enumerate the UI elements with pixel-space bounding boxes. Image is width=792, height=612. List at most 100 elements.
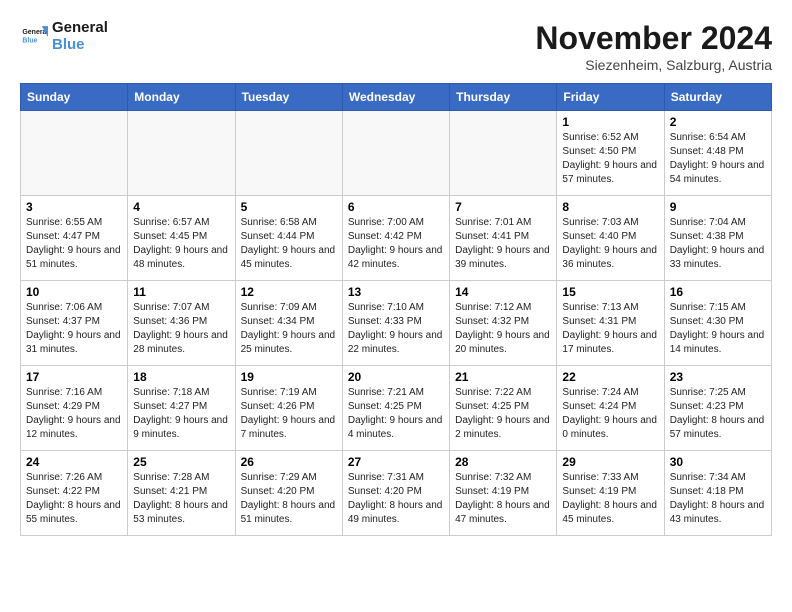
- logo-line2: Blue: [52, 37, 108, 54]
- day-info: Sunrise: 7:13 AM Sunset: 4:31 PM Dayligh…: [562, 301, 658, 357]
- day-number: 2: [670, 115, 766, 129]
- day-number: 9: [670, 200, 766, 214]
- day-cell: 23Sunrise: 7:25 AM Sunset: 4:23 PM Dayli…: [664, 366, 771, 451]
- page-header: General Blue General Blue November 2024 …: [20, 20, 772, 73]
- day-info: Sunrise: 7:22 AM Sunset: 4:25 PM Dayligh…: [455, 386, 551, 442]
- day-cell: 24 Sunrise: 7:26 AM Sunset: 4:22 PM Dayli…: [21, 451, 128, 536]
- day-info: Sunrise: 7:16 AM Sunset: 4:29 PM Dayligh…: [26, 386, 122, 442]
- day-number: 29: [562, 455, 658, 469]
- day-number: 20: [348, 370, 444, 384]
- day-cell: [21, 111, 128, 196]
- day-number: 14: [455, 285, 551, 299]
- day-number: 8: [562, 200, 658, 214]
- day-cell: 13Sunrise: 7:10 AM Sunset: 4:33 PM Dayli…: [342, 281, 449, 366]
- day-cell: 6 Sunrise: 7:00 AM Sunset: 4:42 PM Daylig…: [342, 196, 449, 281]
- day-info: Sunrise: 7:12 AM Sunset: 4:32 PM Dayligh…: [455, 301, 551, 357]
- day-info: Sunrise: 7:26 AM Sunset: 4:22 PM Dayligh…: [26, 471, 122, 527]
- day-cell: 18Sunrise: 7:18 AM Sunset: 4:27 PM Dayli…: [128, 366, 235, 451]
- day-cell: 5 Sunrise: 6:58 AM Sunset: 4:44 PM Daylig…: [235, 196, 342, 281]
- day-cell: 9 Sunrise: 7:04 AM Sunset: 4:38 PM Daylig…: [664, 196, 771, 281]
- day-number: 26: [241, 455, 337, 469]
- day-cell: [235, 111, 342, 196]
- day-number: 3: [26, 200, 122, 214]
- day-cell: 19 Sunrise: 7:19 AM Sunset: 4:26 PM Dayli…: [235, 366, 342, 451]
- month-title: November 2024: [535, 20, 772, 57]
- day-number: 22: [562, 370, 658, 384]
- col-header-saturday: Saturday: [664, 84, 771, 111]
- day-info: Sunrise: 7:31 AM Sunset: 4:20 PM Dayligh…: [348, 471, 444, 527]
- day-number: 6: [348, 200, 444, 214]
- logo: General Blue General Blue: [20, 20, 108, 53]
- day-info: Sunrise: 6:57 AM Sunset: 4:45 PM Dayligh…: [133, 216, 229, 272]
- col-header-wednesday: Wednesday: [342, 84, 449, 111]
- svg-text:Blue: Blue: [22, 37, 37, 44]
- day-number: 17: [26, 370, 122, 384]
- day-number: 16: [670, 285, 766, 299]
- day-number: 12: [241, 285, 337, 299]
- day-cell: 12 Sunrise: 7:09 AM Sunset: 4:34 PM Dayli…: [235, 281, 342, 366]
- day-info: Sunrise: 7:19 AM Sunset: 4:26 PM Dayligh…: [241, 386, 337, 442]
- day-info: Sunrise: 7:09 AM Sunset: 4:34 PM Dayligh…: [241, 301, 337, 357]
- day-cell: 27 Sunrise: 7:31 AM Sunset: 4:20 PM Dayli…: [342, 451, 449, 536]
- week-row-1: 1Sunrise: 6:52 AM Sunset: 4:50 PM Daylig…: [21, 111, 772, 196]
- title-block: November 2024 Siezenh­eim, Salzburg, Aus…: [535, 20, 772, 73]
- day-info: Sunrise: 7:01 AM Sunset: 4:41 PM Dayligh…: [455, 216, 551, 272]
- day-number: 21: [455, 370, 551, 384]
- day-cell: 7Sunrise: 7:01 AM Sunset: 4:41 PM Daylig…: [450, 196, 557, 281]
- week-row-4: 17 Sunrise: 7:16 AM Sunset: 4:29 PM Dayli…: [21, 366, 772, 451]
- day-info: Sunrise: 7:24 AM Sunset: 4:24 PM Dayligh…: [562, 386, 658, 442]
- day-info: Sunrise: 7:28 AM Sunset: 4:21 PM Dayligh…: [133, 471, 229, 527]
- day-info: Sunrise: 7:18 AM Sunset: 4:27 PM Dayligh…: [133, 386, 229, 442]
- day-number: 27: [348, 455, 444, 469]
- day-cell: 2 Sunrise: 6:54 AM Sunset: 4:48 PM Daylig…: [664, 111, 771, 196]
- day-cell: 16Sunrise: 7:15 AM Sunset: 4:30 PM Dayli…: [664, 281, 771, 366]
- day-info: Sunrise: 7:21 AM Sunset: 4:25 PM Dayligh…: [348, 386, 444, 442]
- day-number: 24: [26, 455, 122, 469]
- week-row-5: 24 Sunrise: 7:26 AM Sunset: 4:22 PM Dayli…: [21, 451, 772, 536]
- day-cell: 3 Sunrise: 6:55 AM Sunset: 4:47 PM Daylig…: [21, 196, 128, 281]
- week-row-3: 10 Sunrise: 7:06 AM Sunset: 4:37 PM Dayli…: [21, 281, 772, 366]
- day-number: 15: [562, 285, 658, 299]
- day-cell: 22 Sunrise: 7:24 AM Sunset: 4:24 PM Dayli…: [557, 366, 664, 451]
- calendar-table: SundayMondayTuesdayWednesdayThursdayFrid…: [20, 83, 772, 536]
- day-number: 11: [133, 285, 229, 299]
- day-info: Sunrise: 6:58 AM Sunset: 4:44 PM Dayligh…: [241, 216, 337, 272]
- week-row-2: 3 Sunrise: 6:55 AM Sunset: 4:47 PM Daylig…: [21, 196, 772, 281]
- day-cell: 21 Sunrise: 7:22 AM Sunset: 4:25 PM Dayli…: [450, 366, 557, 451]
- col-header-sunday: Sunday: [21, 84, 128, 111]
- day-info: Sunrise: 7:06 AM Sunset: 4:37 PM Dayligh…: [26, 301, 122, 357]
- day-cell: 17 Sunrise: 7:16 AM Sunset: 4:29 PM Dayli…: [21, 366, 128, 451]
- logo-line1: General: [52, 20, 108, 37]
- day-cell: 4 Sunrise: 6:57 AM Sunset: 4:45 PM Daylig…: [128, 196, 235, 281]
- day-cell: 1Sunrise: 6:52 AM Sunset: 4:50 PM Daylig…: [557, 111, 664, 196]
- day-cell: 26 Sunrise: 7:29 AM Sunset: 4:20 PM Dayli…: [235, 451, 342, 536]
- day-info: Sunrise: 7:04 AM Sunset: 4:38 PM Dayligh…: [670, 216, 766, 272]
- header-row: SundayMondayTuesdayWednesdayThursdayFrid…: [21, 84, 772, 111]
- day-number: 19: [241, 370, 337, 384]
- day-cell: 28Sunrise: 7:32 AM Sunset: 4:19 PM Dayli…: [450, 451, 557, 536]
- location: Siezenh­eim, Salzburg, Austria: [535, 57, 772, 73]
- day-info: Sunrise: 7:34 AM Sunset: 4:18 PM Dayligh…: [670, 471, 766, 527]
- day-info: Sunrise: 7:07 AM Sunset: 4:36 PM Dayligh…: [133, 301, 229, 357]
- day-info: Sunrise: 6:55 AM Sunset: 4:47 PM Dayligh…: [26, 216, 122, 272]
- day-number: 1: [562, 115, 658, 129]
- day-info: Sunrise: 7:33 AM Sunset: 4:19 PM Dayligh…: [562, 471, 658, 527]
- day-cell: 20 Sunrise: 7:21 AM Sunset: 4:25 PM Dayli…: [342, 366, 449, 451]
- day-cell: [450, 111, 557, 196]
- day-cell: [128, 111, 235, 196]
- day-cell: 14 Sunrise: 7:12 AM Sunset: 4:32 PM Dayli…: [450, 281, 557, 366]
- day-number: 30: [670, 455, 766, 469]
- day-number: 23: [670, 370, 766, 384]
- day-number: 10: [26, 285, 122, 299]
- col-header-friday: Friday: [557, 84, 664, 111]
- day-cell: 8 Sunrise: 7:03 AM Sunset: 4:40 PM Daylig…: [557, 196, 664, 281]
- day-info: Sunrise: 7:03 AM Sunset: 4:40 PM Dayligh…: [562, 216, 658, 272]
- day-number: 5: [241, 200, 337, 214]
- day-cell: [342, 111, 449, 196]
- day-info: Sunrise: 6:54 AM Sunset: 4:48 PM Dayligh…: [670, 131, 766, 187]
- day-info: Sunrise: 7:29 AM Sunset: 4:20 PM Dayligh…: [241, 471, 337, 527]
- day-number: 4: [133, 200, 229, 214]
- day-info: Sunrise: 7:32 AM Sunset: 4:19 PM Dayligh…: [455, 471, 551, 527]
- day-info: Sunrise: 7:00 AM Sunset: 4:42 PM Dayligh…: [348, 216, 444, 272]
- day-number: 13: [348, 285, 444, 299]
